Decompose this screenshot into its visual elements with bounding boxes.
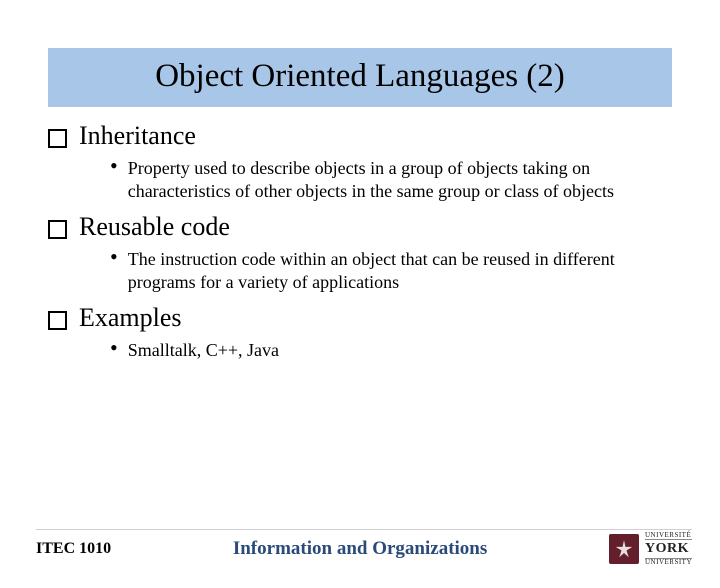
bullet-icon: • bbox=[110, 157, 118, 175]
bullet-icon: • bbox=[110, 248, 118, 266]
logo-mid-text: YORK bbox=[645, 539, 692, 559]
list-item: Examples bbox=[48, 303, 672, 333]
york-wordmark: UNIVERSITÉ YORK UNIVERSITY bbox=[645, 532, 692, 566]
sub-list-item: • The instruction code within an object … bbox=[110, 248, 672, 293]
york-crest-icon bbox=[609, 534, 639, 564]
footer-subtitle: Information and Organizations bbox=[111, 538, 609, 560]
sub-item-text: The instruction code within an object th… bbox=[128, 248, 672, 293]
list-item: Reusable code bbox=[48, 212, 672, 242]
item-label: Inheritance bbox=[79, 121, 196, 151]
list-item: Inheritance bbox=[48, 121, 672, 151]
university-logo: UNIVERSITÉ YORK UNIVERSITY bbox=[609, 532, 692, 566]
square-bullet-icon bbox=[48, 220, 67, 239]
item-label: Examples bbox=[79, 303, 182, 333]
sub-item-text: Smalltalk, C++, Java bbox=[128, 339, 279, 362]
square-bullet-icon bbox=[48, 311, 67, 330]
bullet-icon: • bbox=[110, 339, 118, 357]
footer-divider bbox=[36, 529, 692, 530]
logo-bot-text: UNIVERSITY bbox=[645, 559, 692, 566]
sub-list-item: • Property used to describe objects in a… bbox=[110, 157, 672, 202]
logo-top-text: UNIVERSITÉ bbox=[645, 532, 692, 539]
slide-footer: ITEC 1010 Information and Organizations … bbox=[0, 532, 720, 566]
slide-title: Object Oriented Languages (2) bbox=[48, 48, 672, 107]
sub-list-item: • Smalltalk, C++, Java bbox=[110, 339, 672, 362]
sub-item-text: Property used to describe objects in a g… bbox=[128, 157, 672, 202]
square-bullet-icon bbox=[48, 129, 67, 148]
item-label: Reusable code bbox=[79, 212, 230, 242]
course-code: ITEC 1010 bbox=[36, 540, 111, 558]
slide-content: Inheritance • Property used to describe … bbox=[48, 121, 672, 362]
